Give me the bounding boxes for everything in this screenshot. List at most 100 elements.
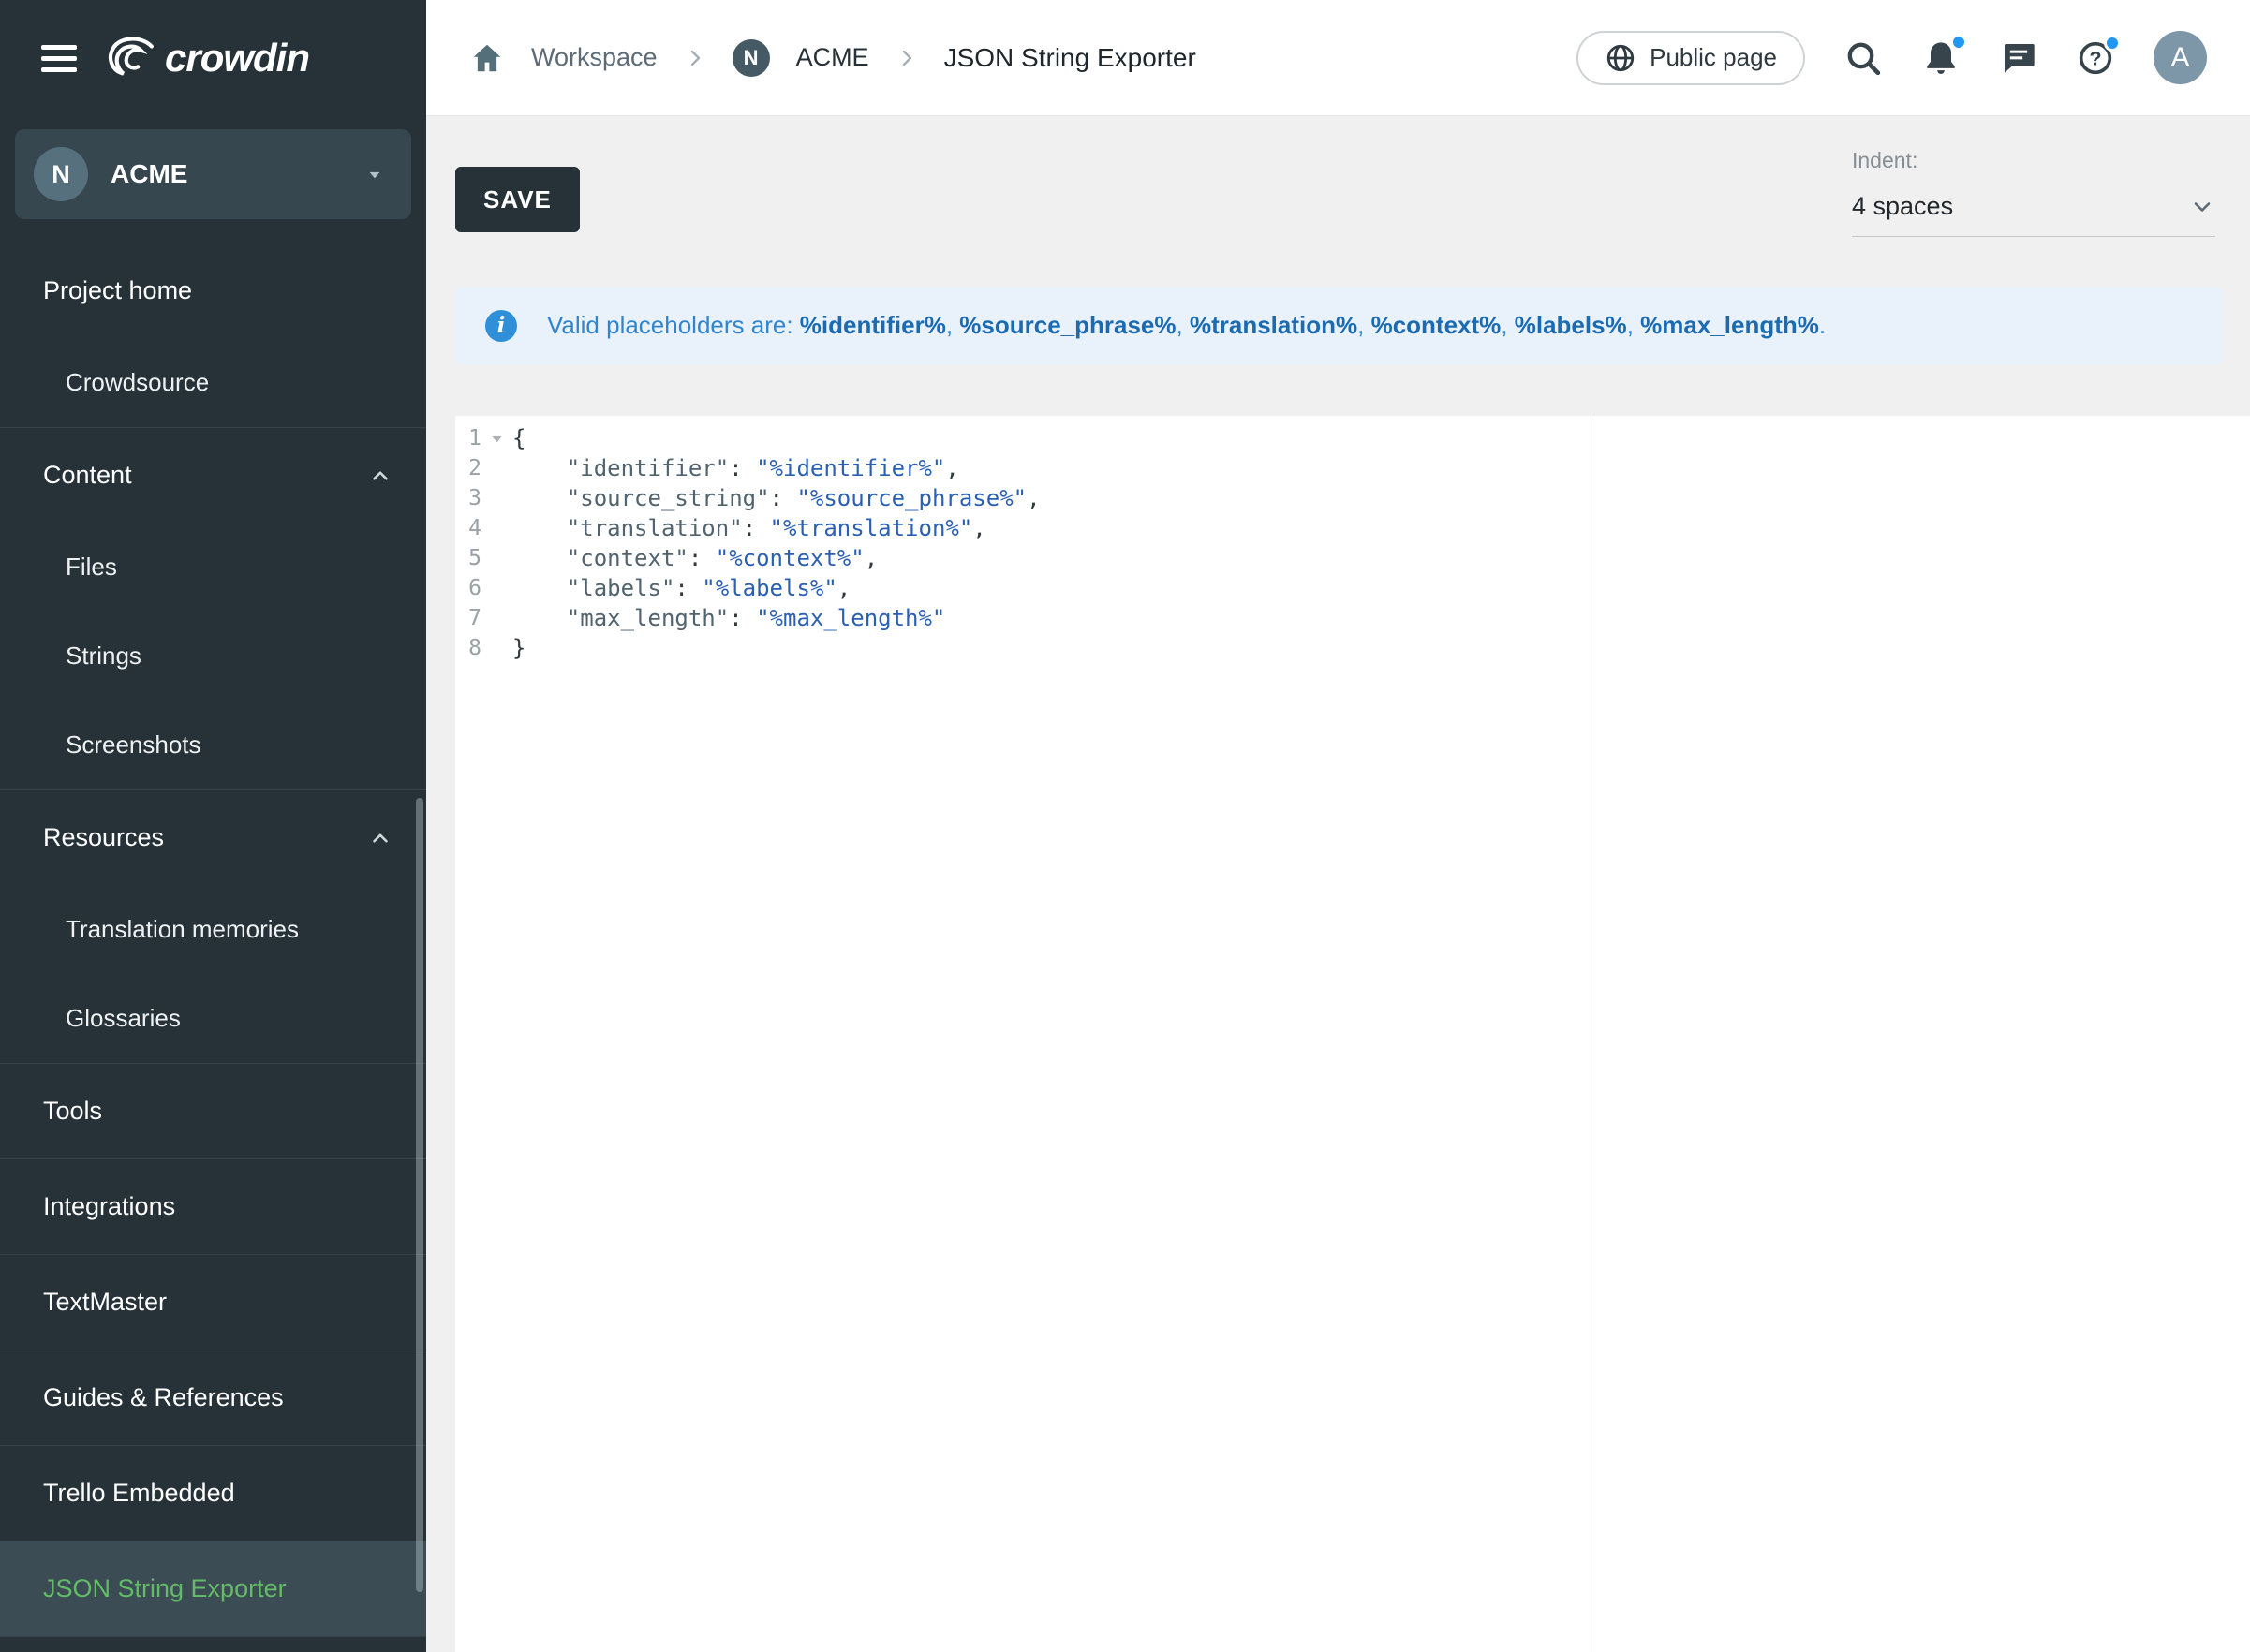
sidebar-header: crowdin [0,0,426,116]
search-icon [1844,39,1882,77]
crowdin-logo[interactable]: crowdin [105,36,309,81]
breadcrumb-org-badge: N [733,39,770,77]
sidebar-item-label: Strings [66,642,141,671]
code-text: "context": "%context%", [512,543,878,573]
sidebar-item-files[interactable]: Files [0,523,426,612]
code-text: "identifier": "%identifier%", [512,453,959,483]
chevron-up-icon [368,464,392,488]
code-text: "labels": "%labels%", [512,573,851,603]
code-line[interactable]: 6 "labels": "%labels%", [455,573,2250,603]
svg-text:?: ? [2089,46,2101,69]
workspace-badge: N [34,147,88,201]
indent-value: 4 spaces [1852,192,1953,221]
line-number: 2 [455,453,481,483]
code-line[interactable]: 8} [455,633,2250,663]
page-title: JSON String Exporter [944,43,1196,73]
fold-gutter [481,573,512,603]
save-button[interactable]: SAVE [455,167,580,232]
help-button[interactable]: ? [2077,39,2114,77]
sidebar-item-content[interactable]: Content [0,428,426,523]
sidebar-item-label: Resources [43,823,164,852]
chevron-right-icon [684,47,706,69]
line-number: 3 [455,483,481,513]
user-avatar[interactable]: A [2154,31,2207,84]
sidebar-item-strings[interactable]: Strings [0,612,426,701]
placeholder-token: %max_length% [1640,311,1819,339]
sidebar-item-resources[interactable]: Resources [0,790,426,885]
messages-button[interactable] [2000,39,2037,77]
sidebar-item-guides-references[interactable]: Guides & References [0,1350,426,1445]
chat-icon [2000,39,2037,77]
line-number: 8 [455,633,481,663]
sidebar-item-label: Glossaries [66,1004,181,1033]
sidebar-item-label: JSON String Exporter [43,1574,287,1603]
sidebar-scrollbar[interactable] [416,798,423,1592]
sidebar-item-tools[interactable]: Tools [0,1064,426,1158]
sidebar-item-screenshots[interactable]: Screenshots [0,701,426,789]
placeholder-token: %source_phrase% [959,311,1176,339]
sidebar-item-label: Files [66,553,117,582]
chevron-down-icon [363,162,387,186]
fold-gutter [481,513,512,543]
breadcrumb-org[interactable]: ACME [796,43,869,72]
fold-gutter [481,633,512,663]
placeholder-token: %translation% [1190,311,1357,339]
fold-gutter [481,483,512,513]
sidebar-item-project-settings[interactable]: Project settings [0,1637,426,1652]
sidebar-item-json-string-exporter[interactable]: JSON String Exporter [0,1541,426,1636]
sidebar-item-label: Trello Embedded [43,1479,235,1508]
sidebar-item-project-home[interactable]: Project home [0,243,426,338]
sidebar-item-translation-memories[interactable]: Translation memories [0,885,426,974]
sidebar-item-label: Translation memories [66,915,299,944]
banner-prefix: Valid placeholders are: [547,311,800,339]
chevron-right-icon [896,47,918,69]
code-editor[interactable]: 1{2 "identifier": "%identifier%",3 "sour… [455,416,2250,1652]
sidebar-item-glossaries[interactable]: Glossaries [0,974,426,1063]
code-line[interactable]: 4 "translation": "%translation%", [455,513,2250,543]
banner-placeholders: %identifier%, %source_phrase%, %translat… [800,311,1826,339]
sidebar-item-label: Tools [43,1097,102,1126]
chevron-down-icon [2189,194,2215,220]
public-page-button[interactable]: Public page [1576,31,1805,85]
sidebar-nav: Project home Crowdsource Content Files Strin… [0,243,426,1652]
code-line[interactable]: 5 "context": "%context%", [455,543,2250,573]
search-button[interactable] [1844,39,1882,77]
workspace-selector[interactable]: N ACME [15,129,411,219]
sidebar-item-label: TextMaster [43,1288,167,1317]
code-line[interactable]: 1{ [455,423,2250,453]
sidebar-item-label: Project home [43,276,192,305]
help-notification-dot [2104,35,2121,52]
code-line[interactable]: 2 "identifier": "%identifier%", [455,453,2250,483]
indent-select[interactable]: 4 spaces [1852,192,2215,237]
sidebar-item-label: Guides & References [43,1383,284,1412]
sidebar-item-trello-embedded[interactable]: Trello Embedded [0,1446,426,1541]
code-text: "source_string": "%source_phrase%", [512,483,1041,513]
menu-icon[interactable] [41,38,77,79]
globe-icon [1605,42,1636,74]
code-line[interactable]: 3 "source_string": "%source_phrase%", [455,483,2250,513]
line-number: 4 [455,513,481,543]
code-line[interactable]: 7 "max_length": "%max_length%" [455,603,2250,633]
sidebar-item-crowdsource[interactable]: Crowdsource [0,338,426,427]
line-number: 5 [455,543,481,573]
breadcrumb: Workspace N ACME JSON String Exporter [469,39,1196,77]
placeholder-token: %labels% [1515,311,1627,339]
breadcrumb-workspace[interactable]: Workspace [531,43,658,72]
indent-control: Indent: 4 spaces [1852,148,2215,237]
fold-gutter [481,453,512,483]
public-page-label: Public page [1650,43,1777,72]
sidebar-item-integrations[interactable]: Integrations [0,1159,426,1254]
placeholders-banner: i Valid placeholders are: %identifier%, … [455,287,2222,364]
top-bar: Workspace N ACME JSON String Exporter [426,0,2250,116]
editor-lines: 1{2 "identifier": "%identifier%",3 "sour… [455,416,2250,663]
fold-arrow-icon[interactable] [481,423,512,453]
sidebar-item-label: Crowdsource [66,368,209,397]
code-text: { [512,423,525,453]
main-area: Workspace N ACME JSON String Exporter [426,0,2250,1652]
fold-gutter [481,603,512,633]
notifications-button[interactable] [1921,38,1961,78]
sidebar-item-textmaster[interactable]: TextMaster [0,1255,426,1350]
home-icon[interactable] [469,40,505,76]
notification-dot [1950,34,1967,51]
placeholder-token: %identifier% [800,311,946,339]
